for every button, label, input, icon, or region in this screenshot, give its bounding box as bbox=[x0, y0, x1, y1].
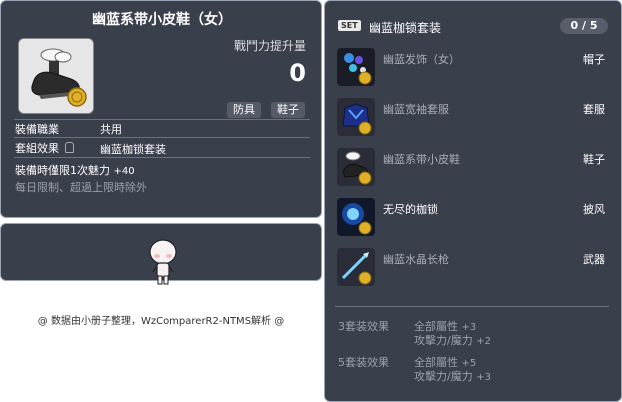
set-title: 幽蓝枷锁套装 bbox=[369, 21, 442, 35]
divider bbox=[14, 137, 310, 138]
set-item[interactable]: 幽蓝系带小皮鞋 鞋子 bbox=[337, 148, 613, 188]
job-row: 裝備職業 bbox=[15, 121, 59, 137]
set-item-slot: 披风 bbox=[583, 203, 605, 216]
hair-accessory-icon bbox=[337, 48, 375, 86]
chain-cape-icon bbox=[337, 198, 375, 236]
set-effect-row: 套組效果 bbox=[15, 140, 74, 156]
set-item-slot: 套服 bbox=[583, 103, 605, 116]
set-count-badge: 0 / 5 bbox=[560, 18, 608, 34]
character-avatar bbox=[149, 239, 177, 285]
divider bbox=[14, 157, 310, 158]
charm-bonus: +40 bbox=[113, 166, 135, 177]
stat-name: 攻擊力/魔力 bbox=[414, 370, 473, 383]
set-name-value: 幽蓝枷锁套装 bbox=[100, 143, 166, 156]
avatar-preview-panel bbox=[0, 223, 322, 285]
stat-value: +3 bbox=[476, 372, 491, 383]
shoe-icon bbox=[19, 39, 93, 113]
set-item-name: 幽蓝系带小皮鞋 bbox=[383, 153, 460, 166]
item-icon-frame bbox=[18, 38, 94, 114]
set-item[interactable]: 无尽的枷锁 披风 bbox=[337, 198, 613, 238]
item-tooltip-panel: 幽蓝系带小皮鞋（女） 戰鬥力提升量 0 防具 鞋子 裝備職業 共用 套組效果 幽… bbox=[0, 0, 322, 218]
divider bbox=[335, 306, 609, 307]
set-item-name: 幽蓝水晶长枪 bbox=[383, 253, 449, 266]
crystal-spear-icon bbox=[337, 248, 375, 286]
category-tag-armor: 防具 bbox=[227, 102, 261, 118]
set-item-name: 无尽的枷锁 bbox=[383, 203, 438, 216]
charm-row: 裝備時僅限1次魅力 +40 bbox=[15, 162, 135, 178]
set-item-name: 幽蓝发饰（女） bbox=[383, 53, 460, 66]
set-item[interactable]: 幽蓝宽袖套服 套服 bbox=[337, 98, 613, 138]
set-info-panel: SET 幽蓝枷锁套装 0 / 5 幽蓝发饰（女） 帽子 幽蓝宽袖套服 套服 幽蓝… bbox=[324, 0, 622, 402]
set-item[interactable]: 幽蓝水晶长枪 武器 bbox=[337, 248, 613, 288]
set-item[interactable]: 幽蓝发饰（女） 帽子 bbox=[337, 48, 613, 88]
job-label: 裝備職業 bbox=[15, 123, 59, 136]
overall-robe-icon bbox=[337, 98, 375, 136]
data-credit: @ 数据由小册子整理，WzComparerR2-NTMS解析 @ bbox=[37, 316, 285, 327]
charm-text: 裝備時僅限1次魅力 bbox=[15, 164, 110, 177]
set-badge: SET bbox=[338, 20, 361, 31]
set-effect-stat: 攻擊力/魔力 +2 bbox=[414, 332, 491, 348]
job-value: 共用 bbox=[100, 123, 122, 136]
divider bbox=[14, 119, 310, 120]
set-effect-label: 5套装效果 bbox=[338, 356, 389, 369]
set-item-slot: 帽子 bbox=[583, 53, 605, 66]
combat-power-value: 0 bbox=[289, 59, 306, 87]
set-item-slot: 武器 bbox=[583, 253, 605, 266]
set-effect-label: 套組效果 bbox=[15, 142, 59, 155]
set-effect-label: 3套装效果 bbox=[338, 320, 389, 333]
set-effect-stat: 攻擊力/魔力 +3 bbox=[414, 368, 491, 384]
set-item-name: 幽蓝宽袖套服 bbox=[383, 103, 449, 116]
combat-power-label: 戰鬥力提升量 bbox=[233, 39, 306, 53]
lock-icon bbox=[64, 142, 74, 153]
daily-limit-text: 每日限制、超過上限時除外 bbox=[15, 181, 147, 194]
set-item-slot: 鞋子 bbox=[583, 153, 605, 166]
stat-value: +2 bbox=[476, 336, 491, 347]
item-name: 幽蓝系带小皮鞋（女） bbox=[92, 12, 232, 28]
stat-name: 攻擊力/魔力 bbox=[414, 334, 473, 347]
shoe-icon bbox=[337, 148, 375, 186]
category-tag-shoes: 鞋子 bbox=[271, 102, 305, 118]
